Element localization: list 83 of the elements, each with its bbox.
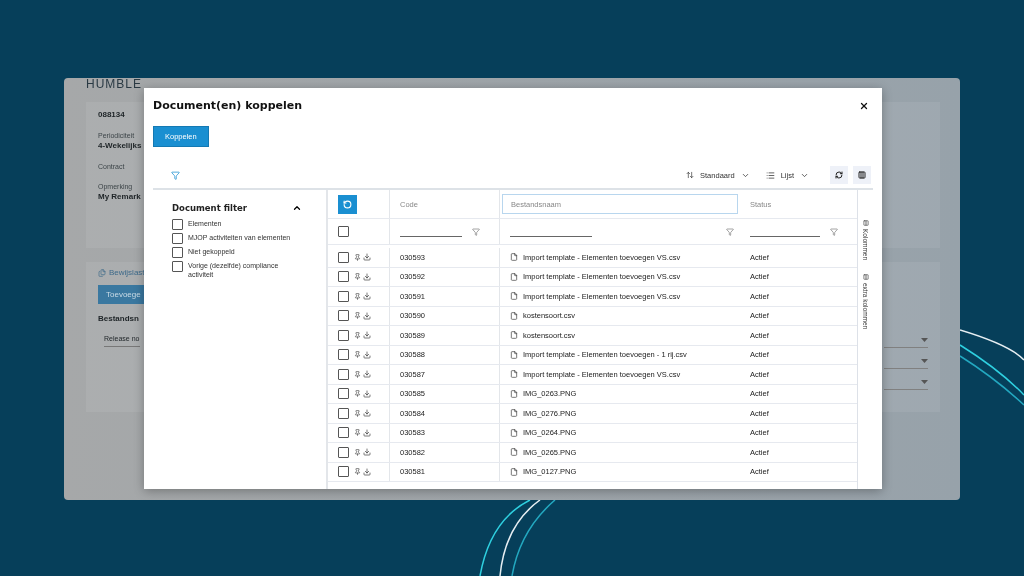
checkbox[interactable] xyxy=(172,261,183,272)
file-icon xyxy=(510,448,518,457)
field-value: My Remark xyxy=(98,192,141,201)
chevron-up-icon xyxy=(292,203,302,213)
refresh-button[interactable] xyxy=(830,166,848,184)
download-icon[interactable] xyxy=(363,389,371,398)
close-icon xyxy=(859,100,869,111)
pin-icon[interactable] xyxy=(354,429,361,437)
checkbox[interactable] xyxy=(338,466,349,478)
filter-title: Document filter xyxy=(172,203,247,213)
checkbox[interactable] xyxy=(338,388,349,400)
columns-icon xyxy=(862,220,869,226)
pin-icon[interactable] xyxy=(354,468,361,476)
field-value: 088134 xyxy=(98,110,125,119)
reset-button[interactable] xyxy=(338,194,357,214)
download-icon[interactable] xyxy=(363,409,371,418)
dialog-title: Document(en) koppelen xyxy=(153,99,303,112)
download-icon[interactable] xyxy=(363,272,371,281)
file-icon xyxy=(510,370,518,379)
checkbox[interactable] xyxy=(338,251,349,263)
pin-icon[interactable] xyxy=(354,273,361,281)
pin-icon[interactable] xyxy=(354,390,361,398)
logo: HUMBLE xyxy=(86,78,142,88)
file-icon xyxy=(510,389,518,398)
checkbox[interactable] xyxy=(172,233,183,244)
pin-icon[interactable] xyxy=(354,409,361,417)
download-icon[interactable] xyxy=(363,448,371,457)
pin-icon[interactable] xyxy=(354,253,361,261)
pin-icon[interactable] xyxy=(354,448,361,456)
file-icon xyxy=(510,350,518,359)
download-icon[interactable] xyxy=(363,370,371,379)
file-icon xyxy=(510,253,518,262)
pin-icon[interactable] xyxy=(354,292,361,300)
file-icon xyxy=(510,467,518,476)
close-button[interactable] xyxy=(859,100,869,111)
collapse-button[interactable] xyxy=(292,203,302,213)
file-icon xyxy=(510,409,518,418)
download-icon[interactable] xyxy=(363,253,371,262)
checkbox[interactable] xyxy=(338,407,349,419)
checkbox[interactable] xyxy=(338,271,349,283)
download-icon[interactable] xyxy=(363,350,371,359)
download-icon[interactable] xyxy=(363,331,371,340)
columns-icon xyxy=(862,274,869,281)
file-icon xyxy=(510,272,518,281)
download-icon[interactable] xyxy=(363,467,371,476)
list-icon xyxy=(765,170,775,180)
file-icon xyxy=(510,292,518,301)
column-header: Bestandsn xyxy=(98,314,139,323)
checkbox[interactable] xyxy=(338,427,349,439)
pin-icon[interactable] xyxy=(354,370,361,378)
checkbox[interactable] xyxy=(172,219,183,230)
field-value: 4-Wekelijks xyxy=(98,141,142,150)
caret-icon xyxy=(921,380,928,385)
download-icon[interactable] xyxy=(363,292,371,301)
file-icon xyxy=(510,428,518,437)
checkbox[interactable] xyxy=(338,368,349,380)
columns-icon xyxy=(858,171,866,179)
section-title: Bewijslast xyxy=(109,268,145,277)
pin-icon[interactable] xyxy=(354,331,361,339)
download-icon[interactable] xyxy=(363,428,371,437)
dropdown-field[interactable] xyxy=(884,338,928,348)
checkbox[interactable] xyxy=(338,329,349,341)
file-icon xyxy=(510,311,518,320)
download-icon[interactable] xyxy=(363,311,371,320)
caret-icon xyxy=(921,338,928,343)
caret-icon xyxy=(921,359,928,364)
checkbox[interactable] xyxy=(338,290,349,302)
dropdown-field[interactable] xyxy=(884,380,928,390)
sort-icon xyxy=(686,171,695,179)
checkbox[interactable] xyxy=(338,349,349,361)
files-icon xyxy=(98,268,106,277)
checkbox[interactable] xyxy=(338,310,349,322)
reset-icon xyxy=(343,199,352,209)
checkbox[interactable] xyxy=(338,446,349,458)
pin-icon[interactable] xyxy=(354,351,361,359)
refresh-icon xyxy=(835,171,843,179)
file-icon xyxy=(510,331,518,340)
dropdown-field[interactable] xyxy=(884,359,928,369)
pin-icon[interactable] xyxy=(354,312,361,320)
filter-icon xyxy=(171,170,180,180)
checkbox[interactable] xyxy=(172,247,183,258)
checkbox[interactable] xyxy=(338,226,349,237)
columns-button[interactable] xyxy=(853,166,871,184)
